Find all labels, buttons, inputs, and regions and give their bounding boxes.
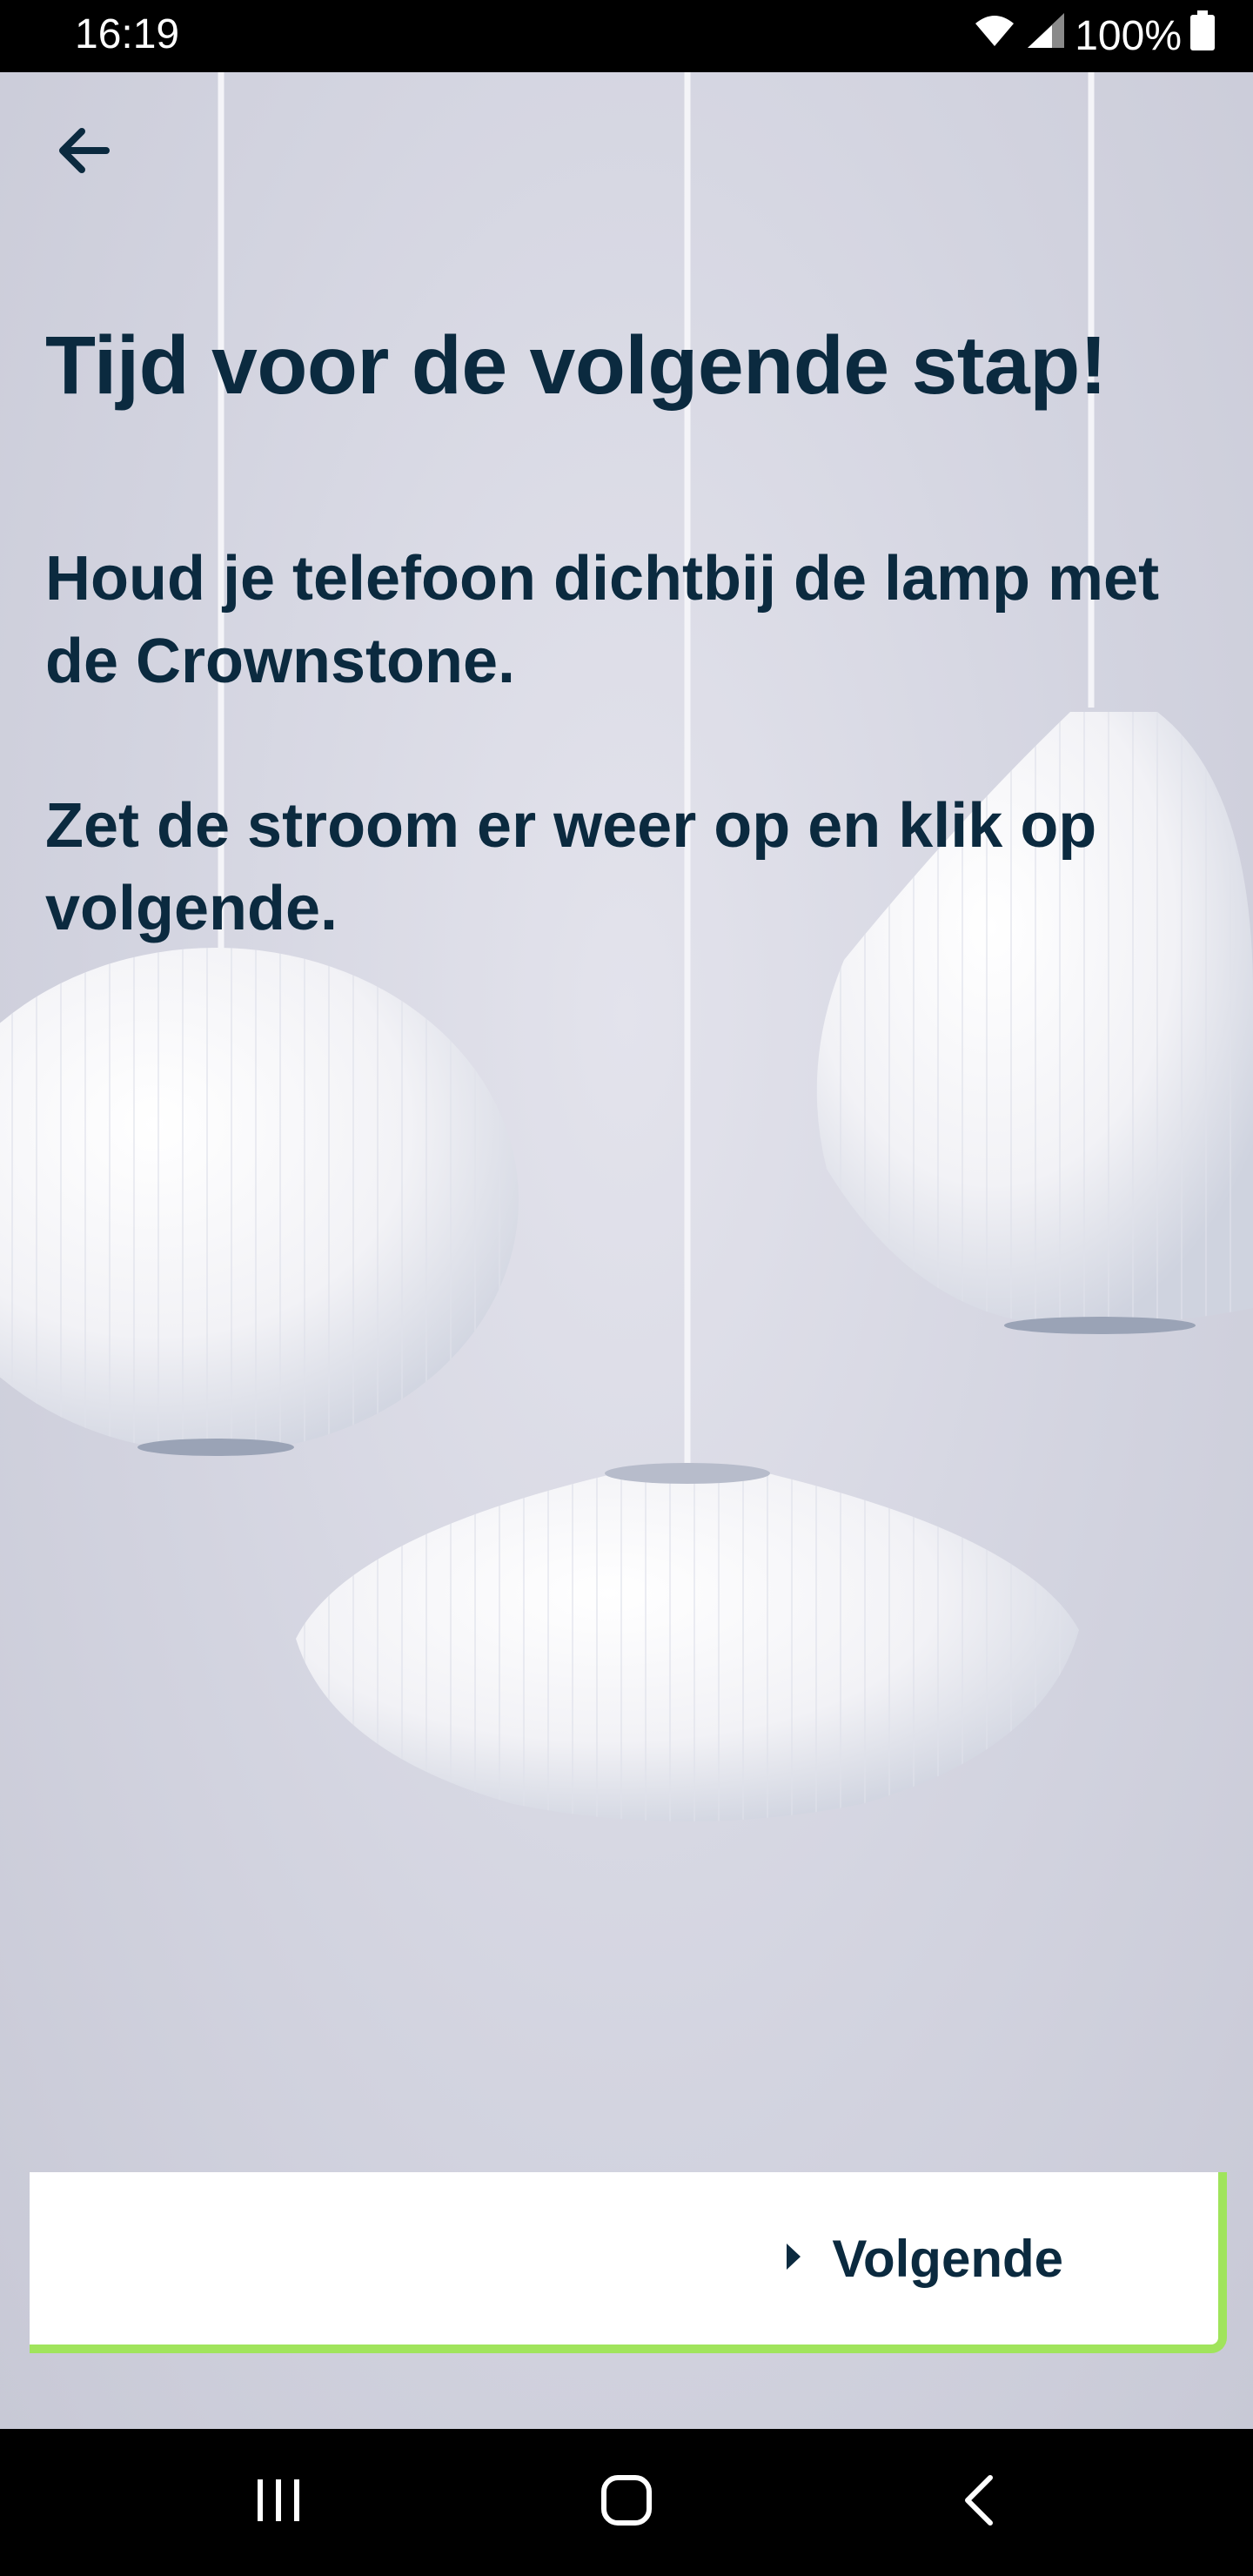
next-button-content: Volgende — [785, 2172, 1063, 2345]
wifi-icon — [972, 11, 1017, 60]
instruction-text-2: Zet de stroom er weer op en klik op volg… — [45, 791, 1097, 943]
instruction-text-1: Houd je telefoon dichtbij de lamp met de… — [45, 544, 1160, 696]
lamps-illustration — [0, 72, 1253, 1821]
next-button[interactable]: Volgende — [30, 2172, 1227, 2353]
arrow-left-icon — [57, 127, 110, 178]
screen: 16:19 100% Tijd voor de volgende stap! H… — [0, 0, 1253, 2576]
next-button-label: Volgende — [832, 2229, 1063, 2288]
home-icon — [600, 2474, 653, 2531]
home-button[interactable] — [557, 2429, 696, 2576]
recent-apps-button[interactable] — [209, 2429, 348, 2576]
back-icon — [962, 2474, 997, 2531]
signal-icon — [1026, 11, 1066, 60]
status-icons: 100% — [972, 10, 1223, 61]
battery-icon — [1190, 10, 1215, 61]
recent-apps-icon — [254, 2478, 303, 2527]
status-bar: 16:19 100% — [0, 0, 1253, 72]
page-title: Tijd voor de volgende stap! — [45, 319, 1107, 412]
system-back-button[interactable] — [910, 2429, 1049, 2576]
navigation-bar — [0, 2429, 1253, 2576]
back-button[interactable] — [49, 117, 118, 187]
lamp-center — [296, 1463, 1079, 1821]
battery-percentage: 100% — [1075, 12, 1182, 59]
status-time: 16:19 — [75, 11, 180, 57]
caret-right-icon — [785, 2242, 802, 2276]
background-image — [0, 72, 1253, 2429]
lamp-left — [0, 948, 519, 1456]
